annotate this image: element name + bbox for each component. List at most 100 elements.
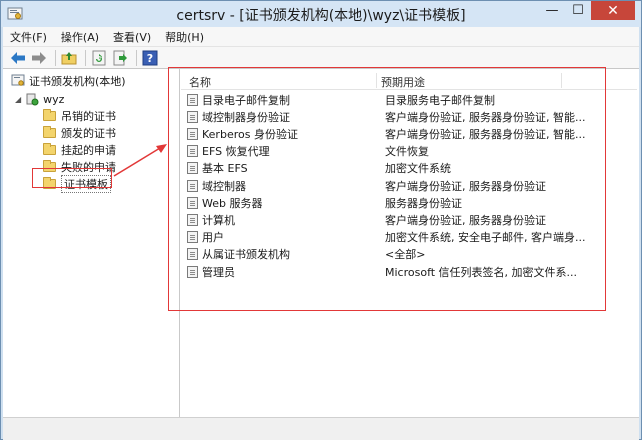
certificate-template-icon [187, 162, 198, 175]
folder-icon [43, 143, 56, 155]
menu-bar: 文件(F) 操作(A) 查看(V) 帮助(H) [3, 27, 639, 46]
template-list: 名称 预期用途 目录电子邮件复制 目录服务电子邮件复制 域控制器身份验证 客户端身份验… [181, 69, 637, 418]
template-purpose: <全部> [385, 248, 426, 262]
template-name: 用户 [202, 231, 224, 245]
list-item[interactable]: 用户 加密文件系统, 安全电子邮件, 客户端身... [187, 229, 585, 246]
template-name: 基本 EFS [202, 162, 248, 176]
toolbar-separator [85, 49, 86, 66]
template-purpose: 加密文件系统 [385, 162, 451, 176]
refresh-button[interactable] [90, 49, 108, 67]
list-item[interactable]: 计算机 客户端身份验证, 服务器身份验证 [187, 211, 567, 228]
certificate-template-icon [187, 145, 198, 158]
template-purpose: Microsoft 信任列表签名, 加密文件系... [385, 265, 578, 279]
template-name: Web 服务器 [202, 196, 263, 210]
collapse-arrow-icon[interactable]: ◢ [15, 95, 21, 104]
ca-server-icon [26, 93, 39, 106]
tree-node-wyz[interactable]: ◢ wyz [15, 91, 64, 107]
console-tree: 证书颁发机构(本地) ◢ wyz 吊销的证书 颁发的证书 挂起的申请 失败的申请… [3, 69, 180, 418]
folder-icon [43, 126, 56, 138]
column-header-name[interactable]: 名称 [189, 74, 211, 90]
help-icon: ? [142, 50, 158, 65]
export-icon [113, 50, 127, 65]
certificate-template-icon [187, 110, 198, 123]
template-name: 域控制器身份验证 [202, 110, 290, 124]
tree-item-certificate-templates[interactable]: 证书模板 [43, 175, 111, 193]
list-item[interactable]: 从属证书颁发机构 <全部> [187, 246, 567, 263]
minimize-icon: — [545, 3, 559, 18]
content-area: 证书颁发机构(本地) ◢ wyz 吊销的证书 颁发的证书 挂起的申请 失败的申请… [3, 68, 639, 418]
list-item[interactable]: EFS 恢复代理 文件恢复 [187, 143, 567, 160]
up-level-button[interactable] [60, 49, 78, 67]
template-purpose: 客户端身份验证, 服务器身份验证 [385, 213, 546, 227]
tree-node-wyz-label: wyz [43, 92, 65, 106]
maximize-button[interactable]: ☐ [565, 1, 591, 20]
caption-buttons: — ☐ ✕ [539, 1, 635, 21]
list-item[interactable]: 目录电子邮件复制 目录服务电子邮件复制 [187, 91, 567, 108]
list-item[interactable]: 管理员 Microsoft 信任列表签名, 加密文件系... [187, 263, 577, 280]
menu-view[interactable]: 查看(V) [106, 29, 158, 45]
template-name: 目录电子邮件复制 [202, 93, 290, 107]
certificate-authority-icon [11, 74, 25, 86]
folder-icon [43, 177, 56, 189]
export-list-button[interactable] [111, 49, 129, 67]
list-item[interactable]: Web 服务器 服务器身份验证 [187, 194, 567, 211]
template-purpose: 客户端身份验证, 服务器身份验证 [385, 179, 546, 193]
tree-root-label: 证书颁发机构(本地) [29, 75, 126, 88]
column-header-purpose[interactable]: 预期用途 [381, 74, 425, 90]
certificate-template-icon [187, 248, 198, 261]
toolbar-separator [55, 49, 56, 66]
maximize-icon: ☐ [572, 3, 584, 18]
certificate-template-icon [187, 265, 198, 278]
minimize-button[interactable]: — [539, 1, 565, 20]
refresh-icon [92, 50, 106, 65]
template-name: EFS 恢复代理 [202, 145, 270, 159]
template-purpose: 客户端身份验证, 服务器身份验证, 智能... [385, 110, 586, 124]
menu-help[interactable]: 帮助(H) [158, 29, 211, 45]
close-button[interactable]: ✕ [591, 1, 635, 20]
column-divider[interactable] [376, 73, 377, 88]
certificate-template-icon [187, 179, 198, 192]
back-arrow-icon [11, 51, 25, 64]
certificate-template-icon [187, 213, 198, 226]
menu-action[interactable]: 操作(A) [54, 29, 106, 45]
title-bar[interactable]: certsrv - [证书颁发机构(本地)\wyz\证书模板] — ☐ ✕ [1, 1, 641, 27]
tree-item-label: 失败的申请 [61, 161, 116, 174]
toolbar: ? [3, 46, 639, 68]
folder-icon [43, 160, 56, 172]
list-item[interactable]: 基本 EFS 加密文件系统 [187, 160, 567, 177]
certificate-template-icon [187, 127, 198, 140]
folder-icon [43, 109, 56, 121]
template-name: Kerberos 身份验证 [202, 127, 298, 141]
svg-text:?: ? [147, 52, 153, 65]
forward-button[interactable] [30, 49, 48, 67]
up-folder-icon [61, 51, 77, 64]
template-purpose: 服务器身份验证 [385, 196, 462, 210]
list-header: 名称 预期用途 [181, 71, 637, 90]
template-name: 管理员 [202, 265, 235, 279]
list-item[interactable]: 域控制器身份验证 客户端身份验证, 服务器身份验证, 智能... [187, 108, 585, 125]
template-purpose: 文件恢复 [385, 145, 429, 159]
menu-file[interactable]: 文件(F) [3, 29, 54, 45]
close-icon: ✕ [607, 2, 619, 19]
forward-arrow-icon [32, 51, 46, 64]
tree-item-pending[interactable]: 挂起的申请 [43, 142, 116, 158]
list-item[interactable]: Kerberos 身份验证 客户端身份验证, 服务器身份验证, 智能... [187, 125, 585, 142]
help-button[interactable]: ? [141, 49, 159, 67]
template-purpose: 客户端身份验证, 服务器身份验证, 智能... [385, 127, 586, 141]
template-name: 从属证书颁发机构 [202, 248, 290, 262]
mmc-window: certsrv - [证书颁发机构(本地)\wyz\证书模板] — ☐ ✕ 文件… [0, 0, 642, 440]
template-name: 域控制器 [202, 179, 246, 193]
toolbar-separator [136, 49, 137, 66]
tree-item-issued[interactable]: 颁发的证书 [43, 125, 116, 141]
status-bar [3, 417, 639, 440]
tree-item-label: 颁发的证书 [61, 127, 116, 140]
tree-item-revoked[interactable]: 吊销的证书 [43, 108, 116, 124]
tree-item-label: 证书模板 [61, 175, 111, 193]
tree-root[interactable]: 证书颁发机构(本地) [11, 73, 126, 89]
back-button[interactable] [9, 49, 27, 67]
list-item[interactable]: 域控制器 客户端身份验证, 服务器身份验证 [187, 177, 567, 194]
certificate-template-icon [187, 231, 198, 244]
column-divider[interactable] [561, 73, 562, 88]
tree-item-failed[interactable]: 失败的申请 [43, 159, 116, 175]
template-name: 计算机 [202, 213, 235, 227]
